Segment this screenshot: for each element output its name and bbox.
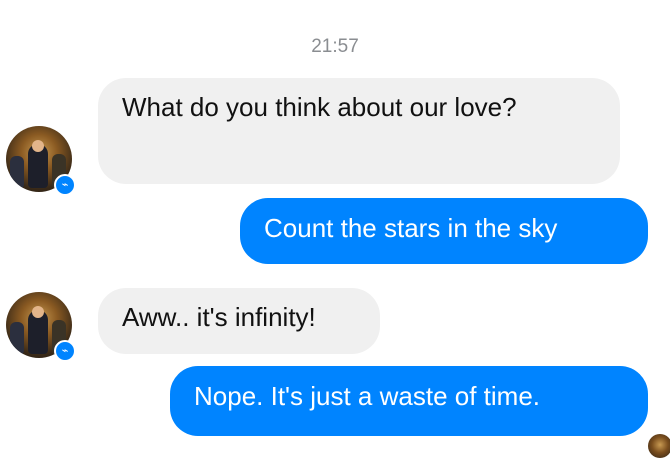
incoming-message-bubble[interactable]: What do you think about our love? — [98, 78, 620, 184]
outgoing-message-bubble[interactable]: Nope. It's just a waste of time. — [170, 366, 648, 436]
seen-avatar-icon — [648, 434, 670, 458]
message-text: What do you think about our love? — [122, 92, 517, 122]
message-text: Aww.. it's infinity! — [122, 302, 316, 332]
chat-thread: 21:57 What do you think about our love? … — [0, 0, 670, 467]
messenger-badge-icon: ⌁ — [54, 340, 76, 362]
messenger-badge-icon: ⌁ — [54, 174, 76, 196]
message-timestamp: 21:57 — [311, 36, 359, 57]
message-text: Count the stars in the sky — [264, 213, 558, 243]
message-text: Nope. It's just a waste of time. — [194, 381, 540, 411]
outgoing-message-bubble[interactable]: Count the stars in the sky — [240, 198, 648, 264]
incoming-message-bubble[interactable]: Aww.. it's infinity! — [98, 288, 380, 354]
